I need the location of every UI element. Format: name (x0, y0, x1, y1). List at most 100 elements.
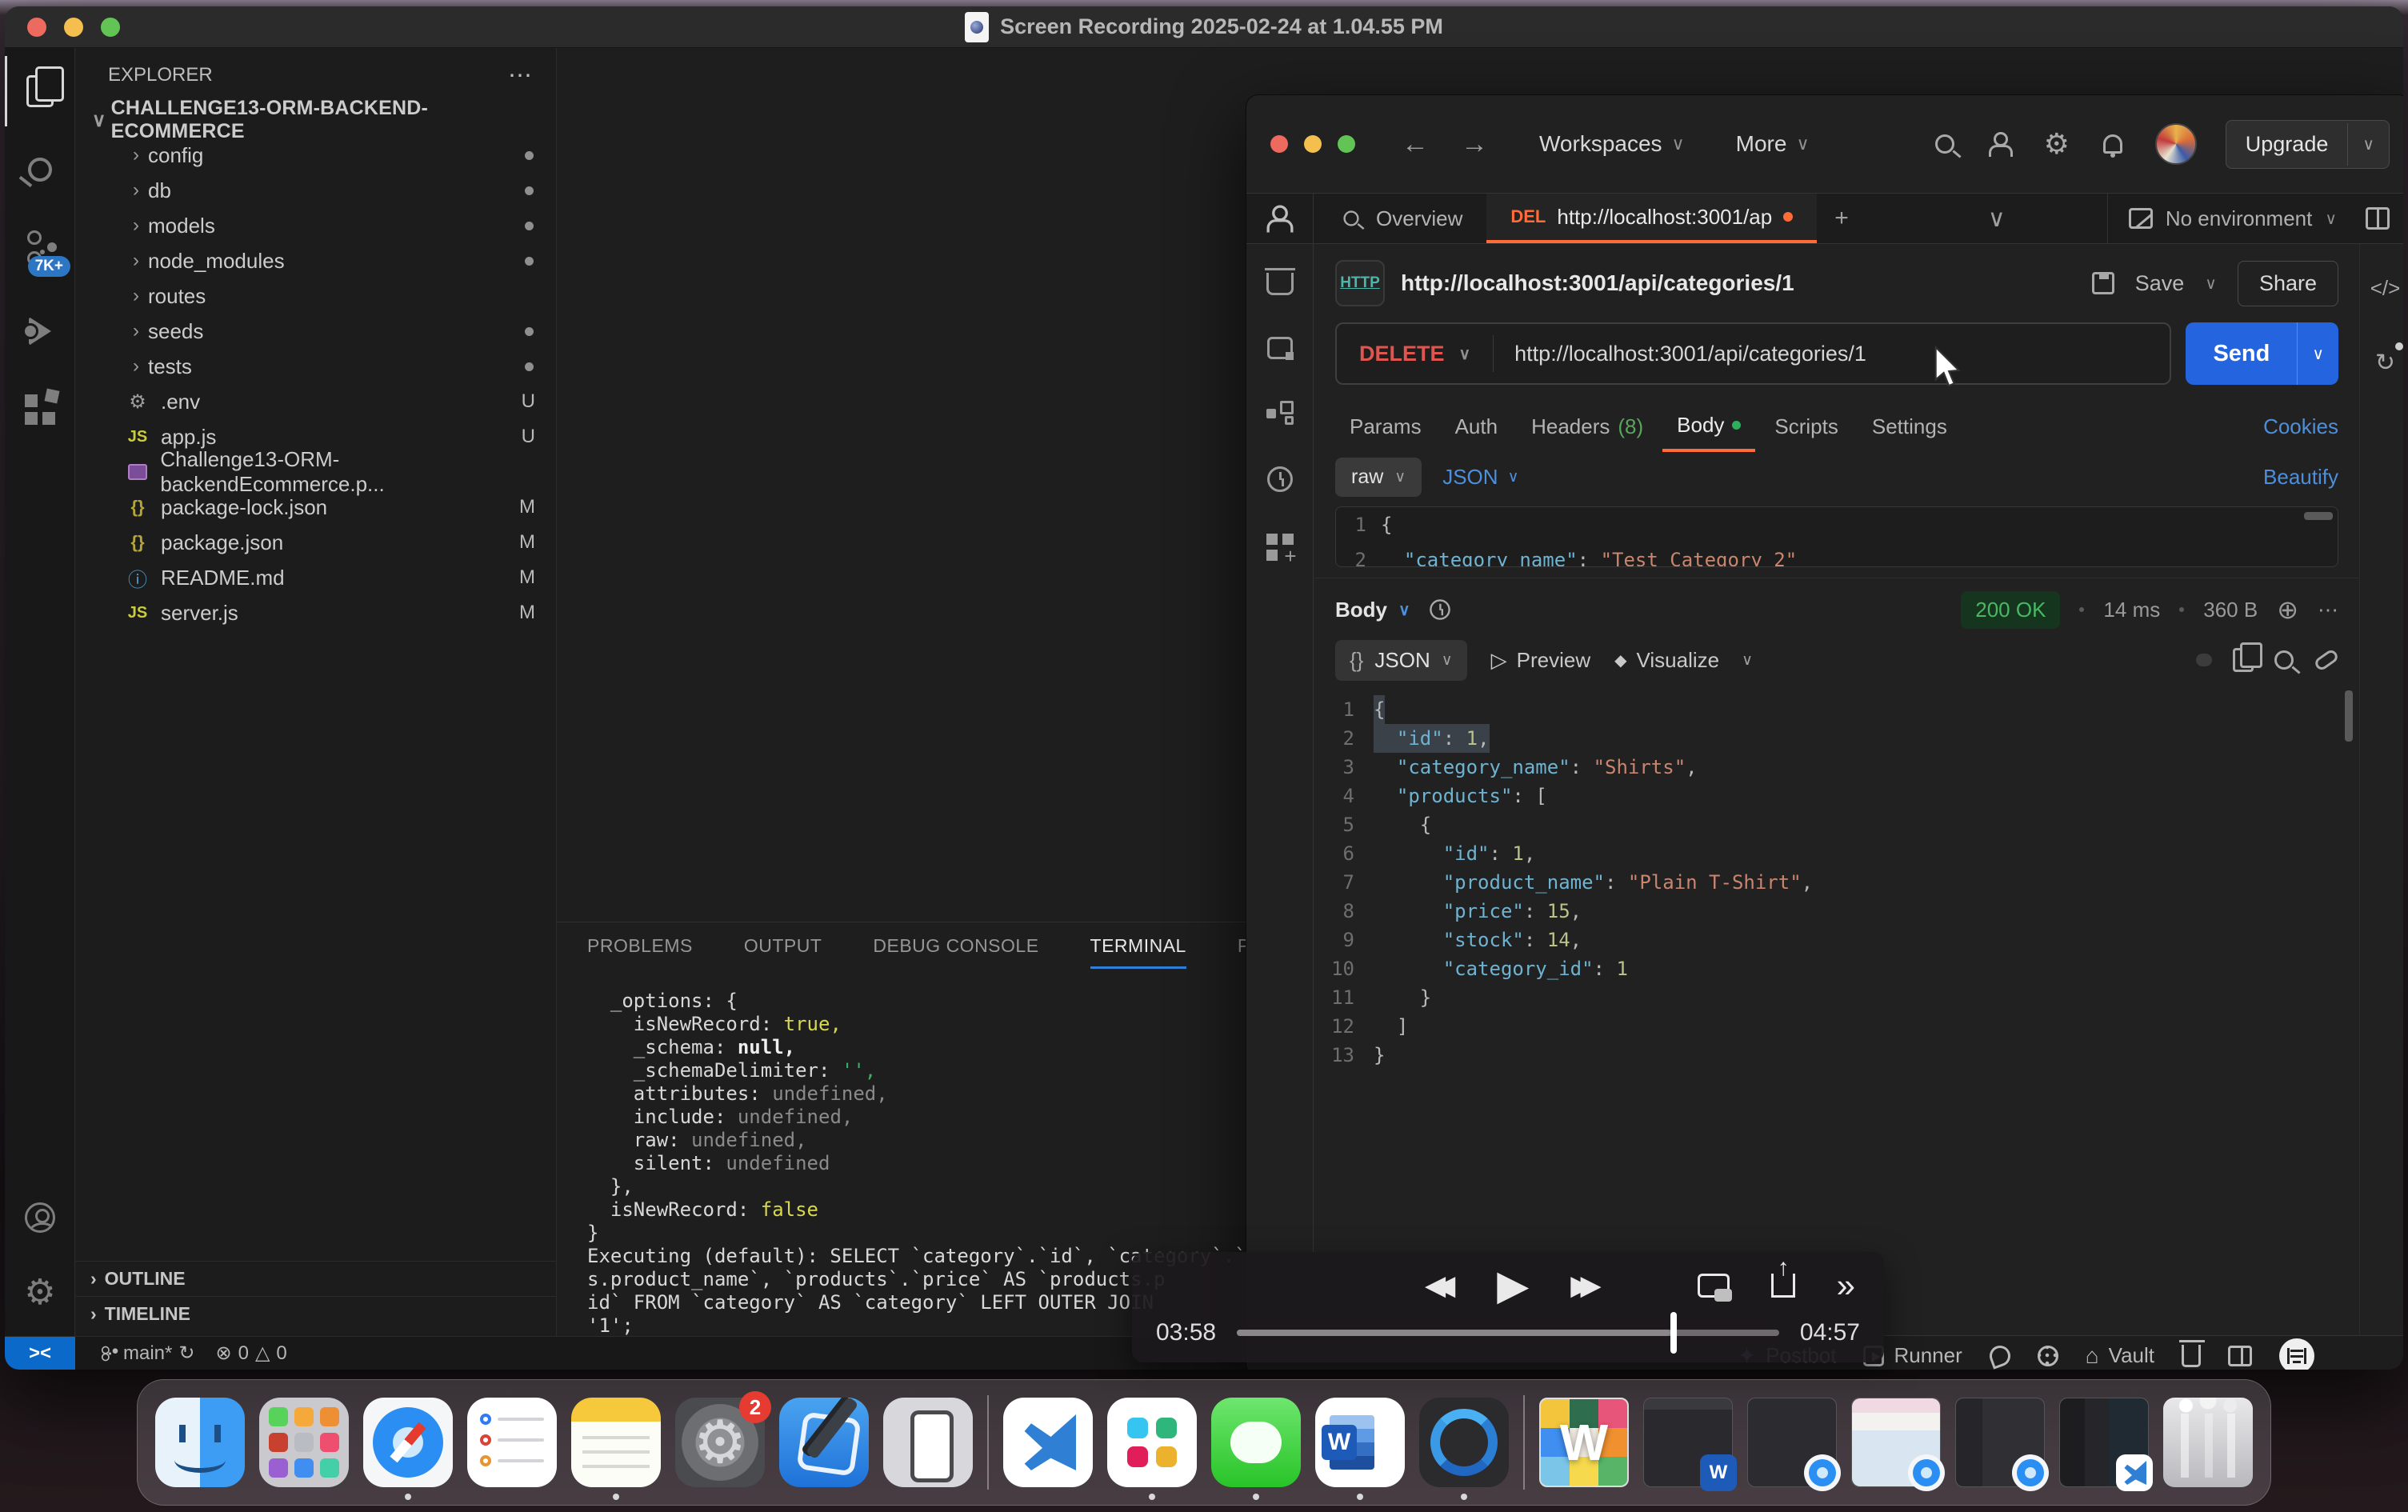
minimize-button[interactable] (64, 18, 83, 37)
folder-row-node-modules[interactable]: ›node_modules (76, 243, 556, 278)
timeline-section[interactable]: ›TIMELINE (76, 1296, 556, 1331)
vault-button[interactable]: ⌂Vault (2086, 1343, 2154, 1369)
more-menu[interactable]: More∨ (1736, 131, 1810, 157)
rewind-button[interactable]: ◀◀ (1425, 1270, 1455, 1302)
upgrade-button[interactable]: Upgrade∨ (2226, 120, 2390, 169)
share-icon[interactable] (1771, 1274, 1795, 1298)
scrollbar-handle[interactable] (2304, 512, 2333, 520)
playhead[interactable] (1670, 1312, 1677, 1354)
tab-settings[interactable]: Settings (1858, 403, 1962, 450)
slack-icon[interactable] (1107, 1398, 1197, 1487)
history-icon[interactable] (1267, 466, 1293, 492)
preview-button[interactable]: ▷Preview (1491, 648, 1590, 673)
chevron-down-icon[interactable]: ∨ (2347, 123, 2389, 166)
explorer-icon[interactable] (5, 56, 75, 126)
folder-row-routes[interactable]: ›routes (76, 278, 556, 314)
settings-gear-icon[interactable]: ⚙ (2043, 130, 2070, 158)
user-avatar[interactable] (2155, 123, 2197, 165)
tab-debug-console[interactable]: DEBUG CONSOLE (873, 935, 1038, 969)
environment-quicklook-icon[interactable] (2366, 207, 2390, 230)
file-row-package[interactable]: {}package.jsonM (76, 525, 556, 560)
copy-icon[interactable] (2233, 648, 2254, 672)
more-actions-icon[interactable]: ⋯ (2318, 598, 2338, 622)
invite-user-icon[interactable] (1987, 130, 2014, 158)
file-row-image[interactable]: Challenge13-ORM-backendEcommerce.p... (76, 454, 556, 490)
tab-list-chevron[interactable]: ∨ (1970, 194, 2023, 243)
minimized-safari-window[interactable] (1747, 1398, 1837, 1487)
minimized-word-window[interactable] (1643, 1398, 1733, 1487)
system-settings-icon[interactable]: ⚙2 (675, 1398, 765, 1487)
search-icon[interactable] (1931, 130, 1958, 158)
sidebar-user-icon[interactable] (1246, 194, 1314, 243)
split-panel-icon[interactable] (2228, 1346, 2252, 1366)
finder-icon[interactable] (155, 1398, 245, 1487)
flows-icon[interactable] (1266, 401, 1294, 425)
minimized-safari-window-3[interactable] (1955, 1398, 2045, 1487)
sync-icon[interactable]: ↻ (178, 1342, 194, 1365)
capture-requests-icon[interactable] (1986, 1342, 2013, 1369)
response-body-select[interactable]: Body∨ (1335, 598, 1410, 622)
share-button[interactable]: Share (2238, 261, 2338, 306)
file-row-env[interactable]: ⚙.envU (76, 384, 556, 419)
quicktime-icon[interactable] (1419, 1398, 1509, 1487)
seek-bar[interactable] (1237, 1330, 1779, 1336)
link-icon[interactable] (2313, 648, 2340, 672)
search-response-icon[interactable] (2274, 650, 2294, 670)
outline-section[interactable]: ›OUTLINE (76, 1261, 556, 1296)
folder-row-models[interactable]: ›models (76, 208, 556, 243)
launchpad-icon[interactable] (259, 1398, 349, 1487)
file-row-package-lock[interactable]: {}package-lock.jsonM (76, 490, 556, 525)
response-format-select[interactable]: {}JSON∨ (1335, 640, 1467, 681)
back-icon[interactable]: ← (1402, 129, 1429, 160)
project-root-row[interactable]: ∨ CHALLENGE13-ORM-BACKEND-ECOMMERCE (76, 102, 556, 138)
workspace-blocks-icon[interactable] (1266, 534, 1294, 561)
fast-forward-button[interactable]: ▶▶ (1570, 1270, 1601, 1302)
tab-problems[interactable]: PROBLEMS (587, 935, 693, 969)
forward-icon[interactable]: → (1461, 129, 1488, 160)
tab-params[interactable]: Params (1335, 403, 1436, 450)
remote-indicator[interactable]: >< (5, 1337, 75, 1370)
problems-indicator[interactable]: ⊗0△0 (215, 1342, 286, 1365)
source-control-icon[interactable]: 7K+ (5, 213, 75, 283)
chevron-down-icon[interactable]: ∨ (2205, 274, 2217, 294)
extensions-icon[interactable] (5, 374, 75, 445)
visualize-button[interactable]: ◆Visualize∨ (1614, 648, 1753, 673)
tab-output[interactable]: OUTPUT (744, 935, 822, 969)
trash-icon[interactable] (2163, 1398, 2253, 1487)
iphone-mirroring-icon[interactable] (883, 1398, 973, 1487)
tab-body[interactable]: Body (1662, 402, 1755, 452)
reminders-icon[interactable] (467, 1398, 557, 1487)
messages-icon[interactable] (1211, 1398, 1301, 1487)
chevron-down-icon[interactable]: ∨ (2297, 322, 2338, 385)
tab-scripts[interactable]: Scripts (1760, 403, 1852, 450)
file-row-serverjs[interactable]: JSserver.jsM (76, 595, 556, 630)
notifications-bell-icon[interactable] (2099, 130, 2126, 158)
tab-auth[interactable]: Auth (1441, 403, 1513, 450)
safari-icon[interactable] (363, 1398, 453, 1487)
response-body-viewer[interactable]: 1{ 2 "id": 1, 3 "category_name": "Shirts… (1314, 682, 2359, 1335)
save-icon[interactable] (2092, 272, 2114, 294)
tab-overview[interactable]: Overview (1314, 194, 1486, 243)
minimized-safari-window-2[interactable] (1851, 1398, 1941, 1487)
workspaces-menu[interactable]: Workspaces∨ (1539, 131, 1685, 157)
tab-terminal[interactable]: TERMINAL (1090, 935, 1186, 969)
folder-row-db[interactable]: ›db (76, 173, 556, 208)
response-history-icon[interactable] (1426, 596, 1454, 623)
environments-icon[interactable] (1267, 337, 1293, 359)
wrap-text-icon[interactable] (2196, 654, 2212, 666)
response-time[interactable]: 14 ms (2103, 598, 2160, 622)
environment-selector[interactable]: No environment ∨ (2107, 194, 2403, 243)
tab-request-delete[interactable]: DEL http://localhost:3001/ap (1486, 194, 1817, 243)
cookies-icon[interactable] (2038, 1346, 2058, 1366)
new-tab-button[interactable]: + (1817, 194, 1866, 243)
url-input[interactable]: http://localhost:3001/api/categories/1 (1494, 342, 1887, 366)
folder-row-seeds[interactable]: ›seeds (76, 314, 556, 349)
zoom-button[interactable] (101, 18, 120, 37)
zoom-button[interactable] (1338, 135, 1355, 153)
branch-indicator[interactable]: main*↻ (96, 1340, 194, 1367)
response-size[interactable]: 360 B (2203, 598, 2258, 622)
save-button[interactable]: Save (2135, 271, 2185, 296)
minimized-vscode-window[interactable] (2059, 1398, 2149, 1487)
more-chevrons-icon[interactable]: » (1837, 1266, 1855, 1305)
scrollbar-handle[interactable] (2345, 690, 2353, 742)
